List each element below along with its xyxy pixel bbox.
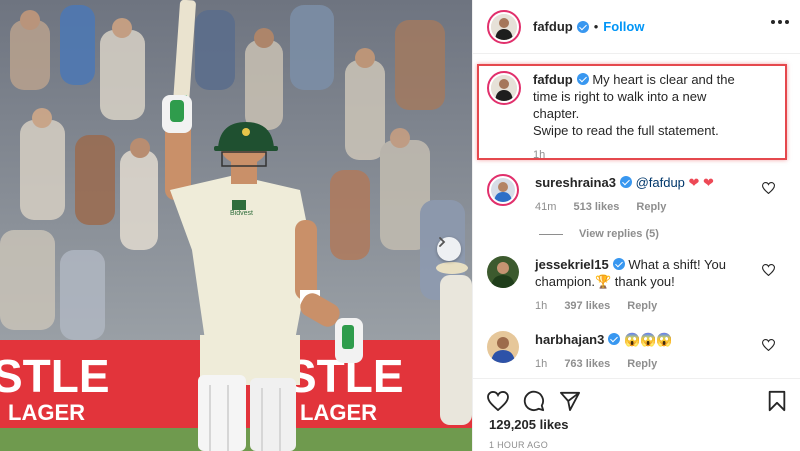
comment-reply-button[interactable]: Reply (636, 201, 666, 213)
banner-left-sub: LAGER (8, 400, 85, 425)
save-icon[interactable] (767, 390, 787, 412)
banner-left-text: STLE (0, 350, 110, 402)
caption-line-3: chapter. (533, 106, 580, 121)
verified-badge (612, 258, 625, 270)
caption-avatar[interactable] (487, 71, 521, 105)
share-icon[interactable] (559, 391, 581, 411)
comment-time: 1h (535, 358, 548, 370)
verified-badge (576, 20, 589, 33)
verified-badge (619, 176, 632, 188)
shirt-sponsor: Bidvest (230, 210, 253, 217)
post-actions: 129,205 likes 1 HOUR AGO (473, 378, 800, 451)
avatar-image (487, 256, 519, 288)
caption-line-4: Swipe to read the full statement. (533, 123, 719, 138)
comment-text-2: champion. (535, 274, 595, 289)
caption-time: 1h (533, 149, 546, 161)
comment-likes[interactable]: 397 likes (564, 300, 610, 312)
post-header: fafdup • Follow (473, 0, 800, 54)
author-avatar[interactable] (487, 9, 521, 44)
comment-username[interactable]: sureshraina3 (535, 175, 616, 190)
comment-likes[interactable]: 513 likes (573, 201, 619, 213)
caption-line-1: My heart is clear and the (592, 72, 735, 87)
commenter-avatar[interactable] (487, 256, 519, 288)
avatar-image (491, 13, 517, 40)
next-image-button[interactable] (437, 237, 461, 261)
view-replies-label: View replies (5) (579, 228, 659, 240)
comment-reply-button[interactable]: Reply (627, 358, 657, 370)
comment-text: What a shift! You (628, 257, 726, 272)
verified-badge (576, 73, 589, 85)
post-time: 1 HOUR AGO (489, 440, 549, 450)
cricket-player-image: STLE LAGER STLE LAGER Bidvest (0, 0, 472, 451)
post-photo[interactable]: STLE LAGER STLE LAGER Bidvest (0, 0, 472, 451)
heart-outline-icon[interactable] (762, 339, 775, 351)
commenter-avatar[interactable] (487, 174, 519, 206)
avatar-image (491, 178, 515, 202)
view-replies-button[interactable]: View replies (5) (473, 228, 800, 240)
separator-dot: • (593, 19, 599, 34)
like-heart-icon[interactable] (487, 391, 509, 411)
comment-item: sureshraina3 @fafdup ❤ ❤ 41m 513 likes R… (473, 174, 800, 216)
comment-mention[interactable]: @fafdup (636, 175, 685, 190)
avatar-image (491, 75, 517, 101)
caption-username[interactable]: fafdup (533, 72, 573, 87)
comment-hearts: ❤ ❤ (688, 175, 714, 190)
post-details-panel: fafdup • Follow fafdup My heart is clear… (472, 0, 800, 451)
comment-likes[interactable]: 763 likes (564, 358, 610, 370)
commenter-avatar[interactable] (487, 331, 519, 363)
comment-time: 1h (535, 300, 548, 312)
comment-icon[interactable] (523, 390, 545, 412)
comment-username[interactable]: harbhajan3 (535, 332, 604, 347)
post-caption: fafdup My heart is clear and the time is… (473, 55, 800, 161)
comment-item: jessekriel15 What a shift! You champion.… (473, 256, 800, 315)
author-username[interactable]: fafdup (533, 19, 573, 34)
more-options-icon[interactable] (771, 20, 789, 24)
comments-list[interactable]: fafdup My heart is clear and the time is… (473, 55, 800, 378)
comment-reply-button[interactable]: Reply (627, 300, 657, 312)
heart-outline-icon[interactable] (762, 264, 775, 276)
view-replies-line (539, 233, 563, 235)
likes-count[interactable]: 129,205 likes (473, 417, 800, 432)
comment-time: 41m (535, 201, 557, 213)
comment-emoji: 😱😱😱 (623, 332, 673, 347)
avatar-image (487, 331, 519, 363)
heart-outline-icon[interactable] (762, 182, 775, 194)
next-arrow-icon (439, 237, 446, 247)
caption-line-2: time is right to walk into a new (533, 89, 707, 104)
comment-text-3: thank you! (611, 274, 675, 289)
banner-right-sub: LAGER (300, 400, 377, 425)
comment-username[interactable]: jessekriel15 (535, 257, 609, 272)
comment-item: harbhajan3 😱😱😱 1h 763 likes Reply (473, 331, 800, 373)
trophy-emoji: 🏆 (594, 274, 612, 289)
verified-badge (608, 333, 621, 345)
follow-button[interactable]: Follow (603, 19, 644, 34)
